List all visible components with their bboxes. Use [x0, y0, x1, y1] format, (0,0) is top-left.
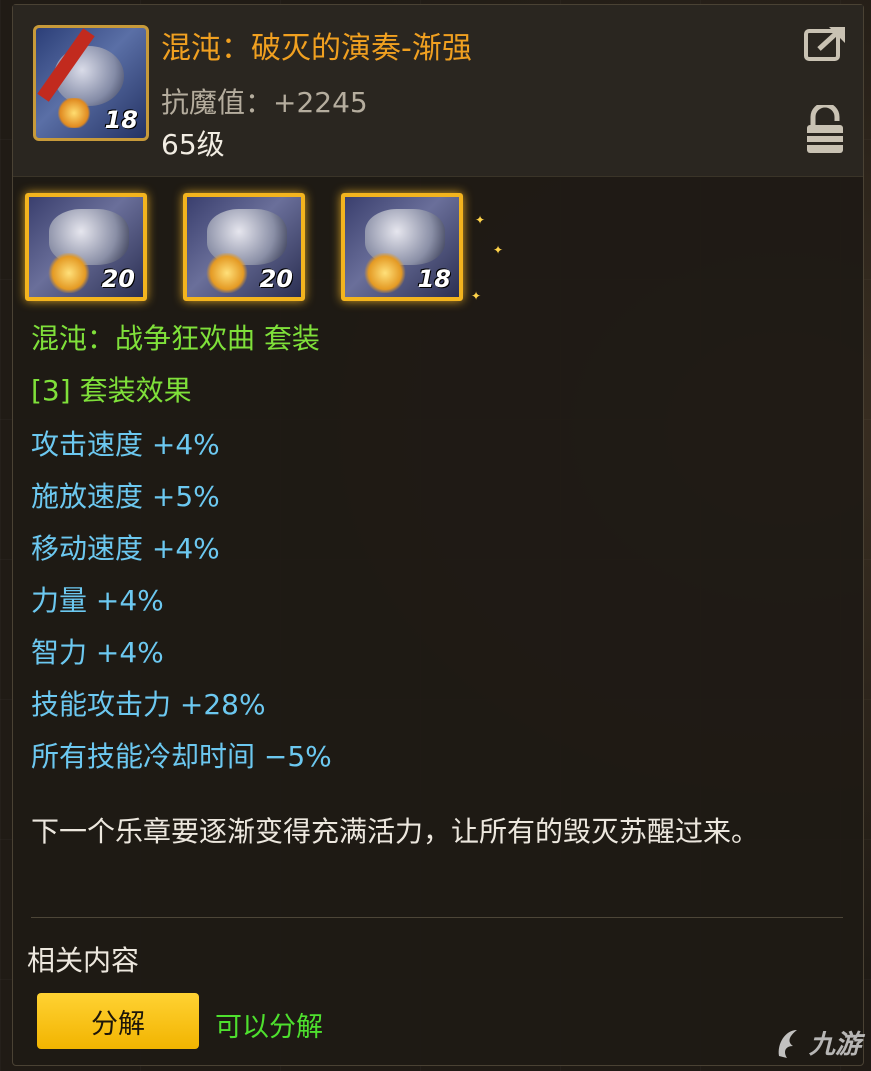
set-item-flame	[363, 253, 407, 293]
set-bonus-list: 攻击速度 +4% 施放速度 +5% 移动速度 +4% 力量 +4% 智力 +4%…	[31, 419, 332, 783]
decompose-status: 可以分解	[215, 1012, 323, 1043]
item-description: 下一个乐章要逐渐变得充满活力，让所有的毁灭苏醒过来。	[31, 815, 760, 848]
set-effect-header: [3] 套装效果	[31, 374, 192, 407]
set-item-flame	[205, 253, 249, 293]
share-external-icon[interactable]	[803, 23, 849, 63]
set-item-icon: 20	[25, 193, 147, 301]
jiuyou-logo-icon	[778, 1029, 797, 1058]
set-name: 混沌：战争狂欢曲 套装	[31, 322, 320, 355]
item-stat: 抗魔值：+2245	[161, 86, 368, 119]
divider	[31, 917, 843, 918]
set-item-icon: 18	[341, 193, 463, 301]
unlocked-padlock-icon[interactable]	[805, 105, 845, 155]
set-bonus: 技能攻击力 +28%	[31, 688, 266, 721]
watermark: 九游	[775, 1024, 861, 1061]
item-name: 混沌：破灭的演奏-渐强	[161, 31, 472, 66]
tooltip-header: 18 混沌：破灭的演奏-渐强 抗魔值：+2245 65级	[13, 5, 863, 177]
set-item-number: 20	[101, 265, 135, 293]
item-icon-flame	[56, 98, 92, 128]
set-bonus: 攻击速度 +4%	[31, 428, 220, 461]
set-item-icon: 20	[183, 193, 305, 301]
set-item-number: 18	[417, 265, 451, 293]
watermark-text: 九游	[808, 1030, 861, 1060]
sparkle-icon: ✦	[493, 243, 504, 257]
sparkle-icon: ✦	[471, 289, 482, 303]
set-item-number: 20	[259, 265, 293, 293]
set-bonus: 施放速度 +5%	[31, 480, 220, 513]
set-item-icons: 20 20 18 ✦ ✦ ✦	[23, 193, 503, 305]
set-bonus: 智力 +4%	[31, 636, 164, 669]
decompose-button[interactable]: 分解	[37, 993, 199, 1049]
item-level: 65级	[161, 128, 225, 161]
set-bonus: 所有技能冷却时间 −5%	[31, 740, 332, 773]
item-tooltip-panel: 18 混沌：破灭的演奏-渐强 抗魔值：+2245 65级 20 20 18 ✦ …	[12, 4, 864, 1066]
sparkle-icon: ✦	[475, 213, 486, 227]
related-content-label: 相关内容	[27, 944, 140, 977]
item-icon-number: 18	[104, 106, 138, 134]
item-icon: 18	[33, 25, 149, 141]
set-item-flame	[47, 253, 91, 293]
set-bonus: 移动速度 +4%	[31, 532, 220, 565]
set-bonus: 力量 +4%	[31, 584, 164, 617]
